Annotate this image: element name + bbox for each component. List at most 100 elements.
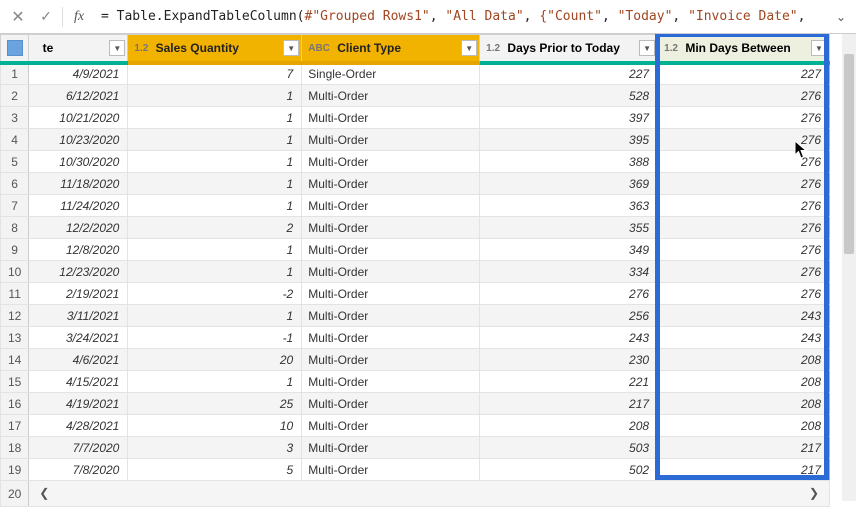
cell-date[interactable]: 2/19/2021 — [29, 283, 128, 305]
row-index[interactable]: 2 — [1, 85, 29, 107]
cell-date[interactable]: 11/24/2020 — [29, 195, 128, 217]
cell-min-days-between[interactable]: 208 — [658, 349, 830, 371]
cell-sales-quantity[interactable]: 1 — [128, 173, 302, 195]
row-index[interactable]: 11 — [1, 283, 29, 305]
cell-date[interactable]: 4/6/2021 — [29, 349, 128, 371]
cell-min-days-between[interactable]: 276 — [658, 195, 830, 217]
row-index[interactable]: 13 — [1, 327, 29, 349]
cell-days-prior[interactable]: 349 — [480, 239, 658, 261]
filter-dropdown-icon[interactable]: ▼ — [109, 40, 125, 56]
table-row[interactable]: 14/9/20217Single-Order227227 — [1, 63, 830, 85]
cell-days-prior[interactable]: 363 — [480, 195, 658, 217]
table-row[interactable]: 310/21/20201Multi-Order397276 — [1, 107, 830, 129]
cell-min-days-between[interactable]: 217 — [658, 437, 830, 459]
cell-date[interactable]: 12/8/2020 — [29, 239, 128, 261]
row-index[interactable]: 10 — [1, 261, 29, 283]
cell-client-type[interactable]: Multi-Order — [302, 459, 480, 481]
col-header-days-prior[interactable]: 1.2 Days Prior to Today ▼ — [480, 35, 658, 63]
expand-formula-icon[interactable]: ⌄ — [830, 10, 852, 24]
scroll-right-icon[interactable]: ❯ — [805, 484, 823, 502]
table-row[interactable]: 1012/23/20201Multi-Order334276 — [1, 261, 830, 283]
cell-days-prior[interactable]: 276 — [480, 283, 658, 305]
cell-days-prior[interactable]: 355 — [480, 217, 658, 239]
cell-date[interactable]: 12/2/2020 — [29, 217, 128, 239]
cell-min-days-between[interactable]: 276 — [658, 283, 830, 305]
table-row[interactable]: 164/19/202125Multi-Order217208 — [1, 393, 830, 415]
row-index[interactable]: 9 — [1, 239, 29, 261]
cell-sales-quantity[interactable]: 1 — [128, 371, 302, 393]
cell-client-type[interactable]: Multi-Order — [302, 305, 480, 327]
col-header-sales-quantity[interactable]: 1.2 Sales Quantity ▼ — [128, 35, 302, 63]
cell-client-type[interactable]: Multi-Order — [302, 151, 480, 173]
cell-client-type[interactable]: Multi-Order — [302, 349, 480, 371]
cell-sales-quantity[interactable]: 1 — [128, 195, 302, 217]
cell-min-days-between[interactable]: 276 — [658, 239, 830, 261]
table-row[interactable]: 410/23/20201Multi-Order395276 — [1, 129, 830, 151]
cell-client-type[interactable]: Multi-Order — [302, 107, 480, 129]
cell-client-type[interactable]: Multi-Order — [302, 195, 480, 217]
cell-min-days-between[interactable]: 276 — [658, 173, 830, 195]
cell-sales-quantity[interactable]: 2 — [128, 217, 302, 239]
cell-date[interactable]: 4/9/2021 — [29, 63, 128, 85]
cell-client-type[interactable]: Multi-Order — [302, 261, 480, 283]
table-row[interactable]: 26/12/20211Multi-Order528276 — [1, 85, 830, 107]
cell-min-days-between[interactable]: 243 — [658, 305, 830, 327]
filter-dropdown-icon[interactable]: ▼ — [461, 40, 477, 56]
cell-sales-quantity[interactable]: 7 — [128, 63, 302, 85]
table-row[interactable]: 197/8/20205Multi-Order502217 — [1, 459, 830, 481]
cell-min-days-between[interactable]: 276 — [658, 151, 830, 173]
cell-client-type[interactable]: Multi-Order — [302, 393, 480, 415]
cell-min-days-between[interactable]: 227 — [658, 63, 830, 85]
row-index[interactable]: 15 — [1, 371, 29, 393]
table-row[interactable]: 123/11/20211Multi-Order256243 — [1, 305, 830, 327]
cell-client-type[interactable]: Multi-Order — [302, 415, 480, 437]
cell-sales-quantity[interactable]: 25 — [128, 393, 302, 415]
cell-sales-quantity[interactable]: 1 — [128, 239, 302, 261]
cell-date[interactable]: 10/30/2020 — [29, 151, 128, 173]
cell-sales-quantity[interactable]: 10 — [128, 415, 302, 437]
cell-days-prior[interactable]: 227 — [480, 63, 658, 85]
cell-date[interactable]: 3/24/2021 — [29, 327, 128, 349]
table-row[interactable]: 510/30/20201Multi-Order388276 — [1, 151, 830, 173]
row-index[interactable]: 6 — [1, 173, 29, 195]
cell-days-prior[interactable]: 397 — [480, 107, 658, 129]
cell-sales-quantity[interactable]: -1 — [128, 327, 302, 349]
table-row[interactable]: 20❮❯ — [1, 481, 830, 507]
row-index[interactable]: 12 — [1, 305, 29, 327]
row-index[interactable]: 4 — [1, 129, 29, 151]
cell-days-prior[interactable]: 528 — [480, 85, 658, 107]
cell-client-type[interactable]: Single-Order — [302, 63, 480, 85]
cell-date[interactable]: 4/28/2021 — [29, 415, 128, 437]
row-index[interactable]: 7 — [1, 195, 29, 217]
row-index[interactable]: 18 — [1, 437, 29, 459]
col-header-min-days-between[interactable]: 1.2 Min Days Between ▼ — [658, 35, 830, 63]
cell-days-prior[interactable]: 369 — [480, 173, 658, 195]
table-row[interactable]: 187/7/20203Multi-Order503217 — [1, 437, 830, 459]
cell-sales-quantity[interactable]: 1 — [128, 85, 302, 107]
scroll-left-icon[interactable]: ❮ — [35, 484, 53, 502]
cell-client-type[interactable]: Multi-Order — [302, 239, 480, 261]
cell-sales-quantity[interactable]: -2 — [128, 283, 302, 305]
cell-sales-quantity[interactable]: 3 — [128, 437, 302, 459]
table-row[interactable]: 174/28/202110Multi-Order208208 — [1, 415, 830, 437]
row-index[interactable]: 3 — [1, 107, 29, 129]
cell-client-type[interactable]: Multi-Order — [302, 85, 480, 107]
cell-client-type[interactable]: Multi-Order — [302, 283, 480, 305]
cell-date[interactable]: 11/18/2020 — [29, 173, 128, 195]
cell-min-days-between[interactable]: 276 — [658, 217, 830, 239]
formula-input[interactable]: = Table.ExpandTableColumn(#"Grouped Rows… — [93, 5, 830, 28]
cell-days-prior[interactable]: 502 — [480, 459, 658, 481]
cell-client-type[interactable]: Multi-Order — [302, 327, 480, 349]
table-icon-header[interactable] — [1, 35, 29, 63]
filter-dropdown-icon[interactable]: ▼ — [811, 40, 827, 56]
table-row[interactable]: 133/24/2021-1Multi-Order243243 — [1, 327, 830, 349]
cell-sales-quantity[interactable]: 1 — [128, 107, 302, 129]
cell-date[interactable]: 12/23/2020 — [29, 261, 128, 283]
cancel-icon[interactable]: ✕ — [4, 4, 32, 30]
cell-date[interactable]: 3/11/2021 — [29, 305, 128, 327]
table-row[interactable]: 144/6/202120Multi-Order230208 — [1, 349, 830, 371]
cell-min-days-between[interactable]: 208 — [658, 415, 830, 437]
cell-days-prior[interactable]: 256 — [480, 305, 658, 327]
cell-date[interactable]: 7/7/2020 — [29, 437, 128, 459]
cell-sales-quantity[interactable]: 1 — [128, 305, 302, 327]
